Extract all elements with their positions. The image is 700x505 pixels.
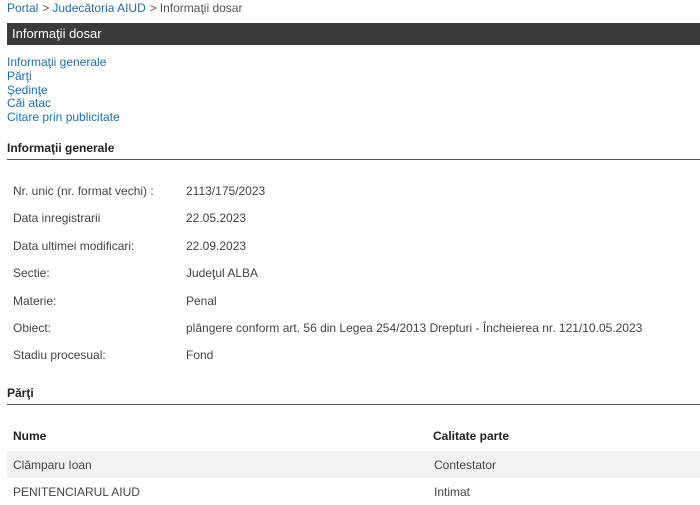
party-name: Clămparu Ioan (13, 458, 92, 472)
breadcrumb-current: Informaţii dosar (159, 1, 243, 15)
section-heading-parties: Părţi (7, 386, 700, 405)
info-label: Obiect: (13, 320, 52, 335)
info-label: Stadiu procesual: (13, 348, 106, 363)
toc-link-public-summons[interactable]: Citare prin publicitate (7, 110, 120, 125)
table-row: Clămparu Ioan Contestator (7, 451, 700, 478)
toc-link-appeals[interactable]: Căi atac (7, 97, 120, 111)
party-role: Intimat (434, 485, 471, 499)
info-value: plângere conform art. 56 din Legea 254/2… (186, 320, 643, 335)
section-nav: Informaţii generale Părţi Şedinţe Căi at… (7, 55, 120, 125)
column-header-name: Nume (13, 429, 47, 443)
breadcrumb-separator: > (42, 1, 50, 15)
breadcrumb-portal-link[interactable]: Portal (7, 1, 38, 15)
info-value: Fond (186, 348, 214, 363)
info-label: Data inregistrarii (13, 211, 101, 226)
toc-link-hearings[interactable]: Şedinţe (7, 83, 120, 98)
page-title: Informaţii dosar (7, 23, 700, 45)
party-name: PENITENCIARUL AIUD (13, 485, 140, 499)
party-role: Contestator (434, 458, 497, 472)
info-row-matter: Materie: Penal (13, 294, 642, 321)
info-label: Nr. unic (nr. format vechi) : (13, 184, 154, 198)
info-row-procedural-stage: Stadiu procesual: Fond (13, 348, 642, 375)
info-label: Sectie: (13, 266, 50, 281)
general-info-table: Nr. unic (nr. format vechi) : 2113/175/20… (13, 184, 642, 376)
info-value: Judeţul ALBA (186, 266, 259, 281)
info-row-last-modified: Data ultimei modificari: 22.09.2023 (13, 239, 642, 266)
breadcrumb-court-link[interactable]: Judecătoria AIUD (52, 1, 145, 15)
table-row: PENITENCIARUL AIUD Intimat (7, 478, 700, 505)
info-label: Materie: (13, 293, 57, 308)
toc-link-parties[interactable]: Părţi (7, 69, 120, 84)
parties-table-header: Nume Calitate parte (7, 420, 700, 450)
info-label: Data ultimei modificari: (13, 238, 135, 253)
info-value: 22.09.2023 (186, 238, 247, 253)
info-row-section: Sectie: Judeţul ALBA (13, 266, 642, 293)
info-value: 22.05.2023 (186, 211, 247, 226)
info-value: 2113/175/2023 (186, 184, 266, 198)
section-heading-general-info: Informaţii generale (7, 141, 700, 160)
info-row-case-number: Nr. unic (nr. format vechi) : 2113/175/20… (13, 184, 642, 211)
info-row-registration-date: Data inregistrarii 22.05.2023 (13, 211, 642, 238)
breadcrumb: Portal > Judecătoria AIUD > Informaţii dosar (7, 1, 242, 15)
info-row-object: Obiect: plângere conform art. 56 din Lege… (13, 321, 642, 348)
toc-link-general-info[interactable]: Informaţii generale (7, 55, 120, 70)
breadcrumb-separator: > (149, 1, 157, 15)
column-header-role: Calitate parte (433, 429, 510, 443)
info-value: Penal (186, 293, 217, 308)
